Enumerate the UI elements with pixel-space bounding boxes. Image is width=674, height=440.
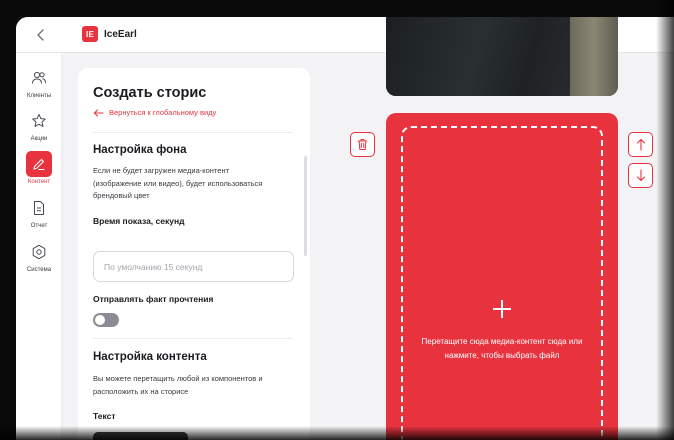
gear-icon [26, 239, 52, 265]
sidebar-item-label: Система [26, 267, 52, 273]
story-slide-dropzone[interactable]: Перетащите сюда медиа-контент сюда или н… [386, 113, 618, 440]
move-up-button[interactable] [628, 132, 653, 157]
logo-mark: IE [82, 26, 98, 42]
edge-shadow-bottom [0, 426, 674, 440]
content-description: Вы можете перетащить любой из компоненто… [93, 374, 263, 396]
sidebar-item-report[interactable]: Отчет [16, 195, 62, 235]
story-slide-previous[interactable] [386, 17, 618, 96]
star-icon [26, 108, 52, 134]
document-icon [26, 195, 52, 221]
back-link-label: Вернуться к глобальному виду [109, 108, 217, 117]
sidebar-item-label: Акции [30, 136, 48, 142]
dropzone-border [401, 126, 603, 440]
arrow-down-icon [636, 169, 645, 182]
background-section-title: Настройка фона [93, 144, 187, 156]
plus-icon [493, 300, 511, 318]
duration-input[interactable] [93, 251, 294, 282]
app-window: IE IceEarl Клиенты Акции Контент Отчет С… [16, 17, 674, 440]
text-component-label: Текст [93, 411, 116, 421]
background-description: Если не будет загружен медиа-контент (из… [93, 166, 263, 200]
move-down-button[interactable] [628, 163, 653, 188]
content-section-title: Настройка контента [93, 351, 207, 363]
sidebar-item-label: Контент [27, 179, 51, 185]
create-story-panel: Создать сторис Вернуться к глобальному в… [78, 68, 310, 440]
sidebar-item-promotions[interactable]: Акции [16, 108, 62, 148]
page-title: Создать сторис [93, 85, 207, 101]
pencil-icon [26, 151, 52, 177]
sidebar-item-clients[interactable]: Клиенты [16, 65, 62, 105]
chevron-left-icon [37, 29, 44, 41]
toggle-knob [95, 315, 105, 325]
arrow-up-icon [636, 138, 645, 151]
sidebar: Клиенты Акции Контент Отчет Система [16, 53, 62, 440]
trash-icon [357, 139, 368, 150]
back-to-global-link[interactable]: Вернуться к глобальному виду [93, 108, 216, 117]
read-receipt-toggle[interactable] [93, 313, 119, 327]
back-button[interactable] [30, 24, 52, 46]
slide-photo-detail [570, 17, 618, 96]
panel-scrollbar[interactable] [304, 156, 307, 256]
logo: IE IceEarl [82, 26, 137, 42]
duration-label: Время показа, секунд [93, 216, 185, 226]
divider [93, 132, 293, 133]
arrow-left-icon [93, 108, 104, 117]
users-icon [26, 65, 52, 91]
read-receipt-label: Отправлять факт прочтения [93, 294, 214, 304]
dropzone-text: Перетащите сюда медиа-контент сюда или н… [421, 337, 583, 360]
sidebar-item-content[interactable]: Контент [16, 151, 62, 191]
divider [93, 338, 293, 339]
edge-shadow-right [656, 0, 674, 440]
sidebar-item-label: Клиенты [26, 93, 52, 99]
logo-text: IceEarl [104, 28, 137, 40]
sidebar-item-label: Отчет [30, 223, 48, 229]
delete-story-button[interactable] [350, 132, 375, 157]
sidebar-item-system[interactable]: Система [16, 239, 62, 279]
